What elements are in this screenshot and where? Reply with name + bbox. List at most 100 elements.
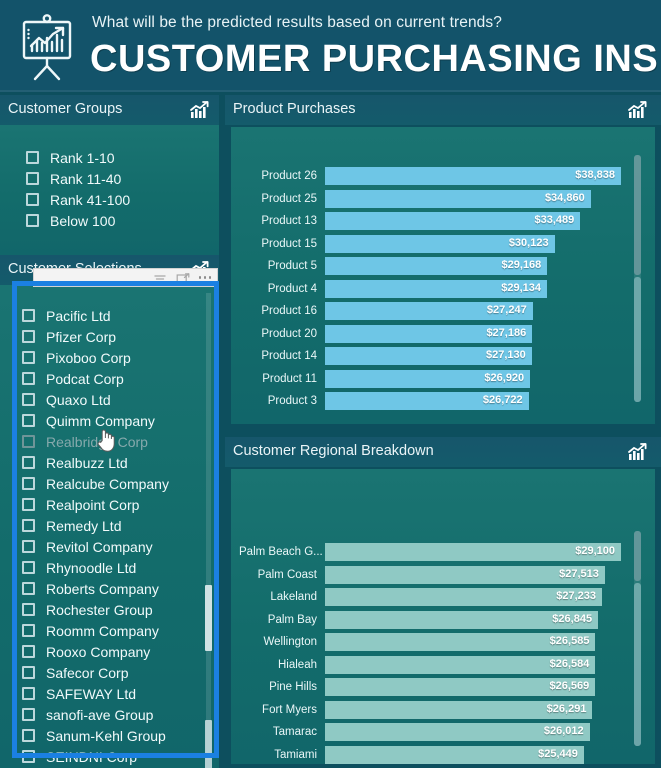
checkbox-icon[interactable] — [26, 214, 39, 227]
bar-chart-row[interactable]: Wellington $26,585 — [239, 631, 621, 654]
checkbox-icon[interactable] — [22, 582, 35, 595]
list-item[interactable]: Rank 11-40 — [26, 168, 213, 189]
checkbox-icon[interactable] — [22, 729, 35, 742]
bar-chart-row[interactable]: Tamarac $26,012 — [239, 721, 621, 744]
chart-arrow-icon[interactable] — [627, 442, 649, 462]
bar-track: $27,247 — [325, 302, 621, 321]
bar-chart-row[interactable]: Product 5 $29,168 — [239, 255, 621, 278]
list-item[interactable]: Below 100 — [26, 210, 213, 231]
checkbox-icon[interactable] — [22, 603, 35, 616]
customer-groups-body: Rank 1-10 Rank 11-40 Rank 41-100 Below 100 — [0, 125, 219, 255]
page-title: CUSTOMER PURCHASING INS — [90, 38, 659, 80]
list-item[interactable]: Rooxo Company — [22, 641, 205, 662]
checkbox-icon[interactable] — [22, 624, 35, 637]
filter-icon[interactable] — [153, 272, 167, 284]
checkbox-icon[interactable] — [22, 456, 35, 469]
checkbox-icon[interactable] — [22, 414, 35, 427]
list-item[interactable]: SEINDNI Corp — [22, 746, 205, 767]
list-item[interactable]: Pfizer Corp — [22, 326, 205, 347]
list-item[interactable]: sanofi-ave Group — [22, 704, 205, 725]
list-item[interactable]: Safecor Corp — [22, 662, 205, 683]
list-item[interactable]: Roomm Company — [22, 620, 205, 641]
customer-groups-list[interactable]: Rank 1-10 Rank 11-40 Rank 41-100 Below 100 — [26, 147, 213, 231]
region-chart-scrollbar-lower[interactable] — [634, 583, 641, 746]
checkbox-icon[interactable] — [22, 351, 35, 364]
chart-arrow-icon[interactable] — [627, 100, 649, 120]
checkbox-icon[interactable] — [22, 435, 35, 448]
bar-chart-row[interactable]: Lakeland $27,233 — [239, 586, 621, 609]
bar-value-label: $26,920 — [484, 371, 525, 384]
list-item[interactable]: Remedy Ltd — [22, 515, 205, 536]
list-item[interactable]: SAFEWAY Ltd — [22, 683, 205, 704]
checkbox-icon[interactable] — [22, 372, 35, 385]
list-item[interactable]: Rank 1-10 — [26, 147, 213, 168]
bar-chart-row[interactable]: Product 4 $29,134 — [239, 278, 621, 301]
list-item[interactable]: Pixoboo Corp — [22, 347, 205, 368]
checkbox-icon[interactable] — [22, 645, 35, 658]
checkbox-icon[interactable] — [22, 540, 35, 553]
bar-chart-row[interactable]: Product 14 $27,130 — [239, 345, 621, 368]
list-item[interactable]: Rhynoodle Ltd — [22, 557, 205, 578]
checkbox-icon[interactable] — [22, 330, 35, 343]
checkbox-icon[interactable] — [22, 519, 35, 532]
list-item[interactable]: Sanum-Kehl Group — [22, 725, 205, 746]
bar-chart-row[interactable]: Product 15 $30,123 — [239, 233, 621, 256]
bar-track: $29,100 — [325, 543, 621, 562]
bar-chart-row[interactable]: Pine Hills $26,569 — [239, 676, 621, 699]
list-item[interactable]: Quaxo Ltd — [22, 389, 205, 410]
list-item[interactable]: Realcube Company — [22, 473, 205, 494]
checkbox-icon[interactable] — [22, 393, 35, 406]
bar-value-label: $29,168 — [501, 259, 542, 272]
bar-chart-row[interactable]: Product 11 $26,920 — [239, 368, 621, 391]
regional-breakdown-chart[interactable]: Palm Beach G... $29,100 Palm Coast $27,513 L… — [239, 541, 621, 764]
bar-chart-row[interactable]: Product 16 $27,247 — [239, 300, 621, 323]
bar-chart-row[interactable]: Palm Coast $27,513 — [239, 564, 621, 587]
bar-category-label: Product 5 — [267, 260, 317, 273]
customer-selections-scrollbar-track[interactable] — [206, 293, 211, 760]
bar-chart-row[interactable]: Product 13 $33,489 — [239, 210, 621, 233]
list-item[interactable]: Realbuzz Ltd — [22, 452, 205, 473]
visual-header-toolbar[interactable] — [33, 268, 218, 287]
list-item[interactable]: Rank 41-100 — [26, 189, 213, 210]
chart-arrow-icon[interactable] — [189, 100, 211, 120]
region-chart-scrollbar-thumb[interactable] — [634, 531, 641, 581]
checkbox-icon[interactable] — [22, 309, 35, 322]
customer-selections-list[interactable]: Pacific Ltd Pfizer Corp Pixoboo Corp Podcat… — [22, 305, 205, 767]
bar-chart-row[interactable]: Tamiami $25,449 — [239, 744, 621, 765]
list-item[interactable]: Realpoint Corp — [22, 494, 205, 515]
list-item[interactable]: Podcat Corp — [22, 368, 205, 389]
bar-track: $27,233 — [325, 588, 621, 607]
list-item-label: Realbuzz Ltd — [46, 454, 128, 471]
bar-chart-row[interactable]: Product 25 $34,860 — [239, 188, 621, 211]
checkbox-icon[interactable] — [22, 666, 35, 679]
bar-chart-row[interactable]: Palm Beach G... $29,100 — [239, 541, 621, 564]
bar-chart-row[interactable]: Product 3 $26,722 — [239, 390, 621, 413]
more-options-icon[interactable] — [198, 276, 211, 279]
list-item[interactable]: Quimm Company — [22, 410, 205, 431]
list-item[interactable]: Realbridge Corp — [22, 431, 205, 452]
checkbox-icon[interactable] — [22, 498, 35, 511]
product-purchases-chart[interactable]: Product 26 $38,838 Product 25 $34,860 Produc… — [239, 165, 621, 413]
list-item[interactable]: Roberts Company — [22, 578, 205, 599]
list-item[interactable]: Pacific Ltd — [22, 305, 205, 326]
customer-selections-scrollbar-thumb-secondary[interactable] — [205, 720, 212, 768]
bar-chart-row[interactable]: Product 26 $38,838 — [239, 165, 621, 188]
list-item[interactable]: Rochester Group — [22, 599, 205, 620]
bar-chart-row[interactable]: Hialeah $26,584 — [239, 654, 621, 677]
checkbox-icon[interactable] — [22, 561, 35, 574]
customer-selections-scrollbar-thumb[interactable] — [205, 585, 212, 651]
checkbox-icon[interactable] — [22, 687, 35, 700]
focus-mode-icon[interactable] — [176, 272, 190, 284]
checkbox-icon[interactable] — [26, 193, 39, 206]
checkbox-icon[interactable] — [26, 151, 39, 164]
checkbox-icon[interactable] — [22, 750, 35, 763]
bar-chart-row[interactable]: Product 20 $27,186 — [239, 323, 621, 346]
checkbox-icon[interactable] — [22, 477, 35, 490]
bar-chart-row[interactable]: Fort Myers $26,291 — [239, 699, 621, 722]
list-item[interactable]: Revitol Company — [22, 536, 205, 557]
checkbox-icon[interactable] — [22, 708, 35, 721]
product-chart-scrollbar-lower[interactable] — [634, 277, 641, 402]
product-chart-scrollbar-thumb[interactable] — [634, 155, 641, 275]
bar-chart-row[interactable]: Palm Bay $26,845 — [239, 609, 621, 632]
checkbox-icon[interactable] — [26, 172, 39, 185]
